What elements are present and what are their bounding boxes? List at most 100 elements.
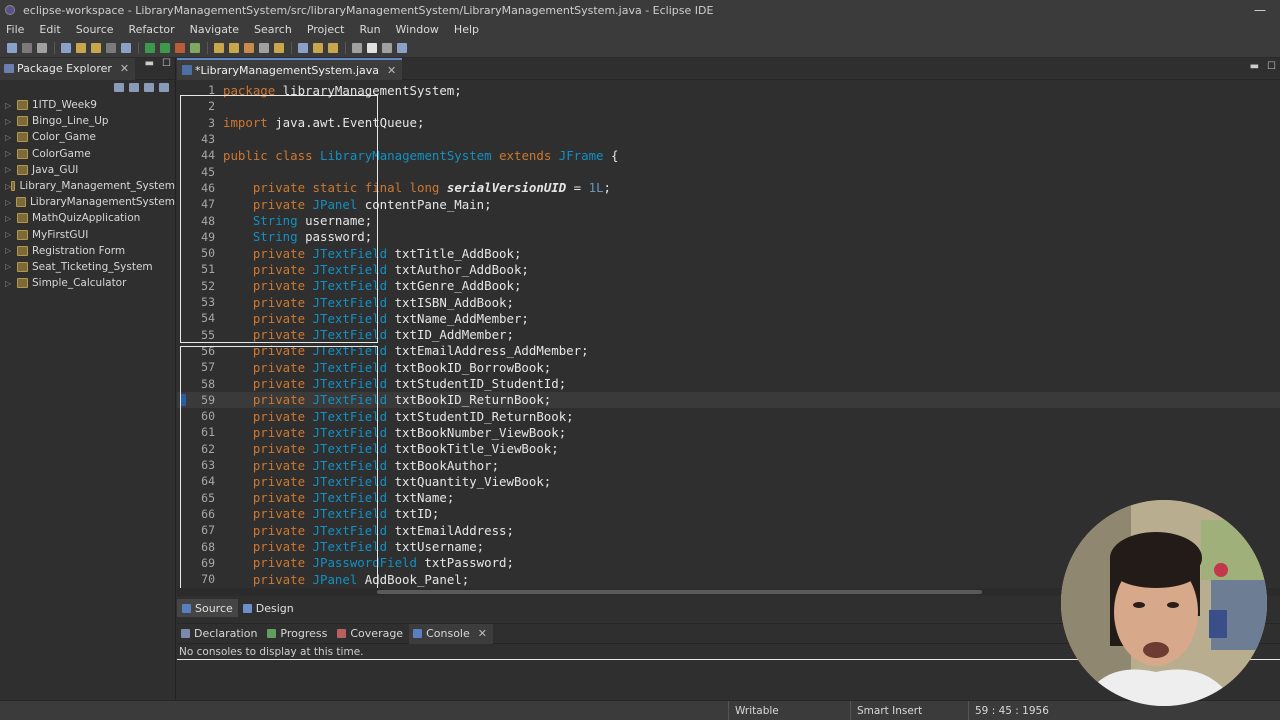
project-item[interactable]: ▷ Color_Game [0, 129, 175, 145]
code-line[interactable]: 45 [177, 164, 1280, 180]
stop-icon[interactable] [175, 42, 185, 53]
redo-icon[interactable] [91, 42, 101, 53]
project-item[interactable]: ▷ Java_GUI [0, 162, 175, 178]
menu-file[interactable]: File [6, 23, 24, 36]
code-line[interactable]: 64 private JTextField txtQuantity_ViewBo… [177, 473, 1280, 489]
undo-icon[interactable] [76, 42, 86, 53]
code-line[interactable]: 61 private JTextField txtBookNumber_View… [177, 424, 1280, 440]
tab-design[interactable]: Design [238, 599, 299, 617]
expand-arrow-icon[interactable]: ▷ [5, 230, 17, 239]
debug-icon[interactable] [145, 42, 155, 53]
menu-edit[interactable]: Edit [39, 23, 60, 36]
project-item[interactable]: ▷ ColorGame [0, 146, 175, 162]
expand-arrow-icon[interactable]: ▷ [5, 279, 17, 288]
code-line[interactable]: 50 private JTextField txtTitle_AddBook; [177, 245, 1280, 261]
close-icon[interactable]: ✕ [120, 62, 129, 75]
maximize-view-icon[interactable]: ☐ [162, 58, 171, 69]
new-java-project-icon[interactable] [214, 42, 224, 53]
code-line[interactable]: 52 private JTextField txtGenre_AddBook; [177, 278, 1280, 294]
code-line[interactable]: 48 String username; [177, 212, 1280, 228]
editor-tab-librarymanagementsystem[interactable]: *LibraryManagementSystem.java ✕ [177, 58, 403, 80]
expand-arrow-icon[interactable]: ▷ [5, 214, 17, 223]
code-line[interactable]: 60 private JTextField txtStudentID_Retur… [177, 408, 1280, 424]
expand-arrow-icon[interactable]: ▷ [5, 101, 17, 110]
code-line[interactable]: 2 [177, 98, 1280, 114]
project-item[interactable]: ▷ Simple_Calculator [0, 275, 175, 291]
print-icon[interactable] [61, 42, 71, 53]
menu-search[interactable]: Search [254, 23, 292, 36]
tab-source[interactable]: Source [177, 599, 238, 617]
package-explorer-tab[interactable]: Package Explorer ✕ [0, 57, 136, 80]
new-package-icon[interactable] [229, 42, 239, 53]
skip-icon[interactable] [121, 42, 131, 53]
code-line[interactable]: 46 private static final long serialVersi… [177, 180, 1280, 196]
project-item[interactable]: ▷ Bingo_Line_Up [0, 113, 175, 129]
expand-arrow-icon[interactable]: ▷ [5, 198, 16, 207]
prev-annotation-icon[interactable] [313, 42, 323, 53]
expand-arrow-icon[interactable]: ▷ [5, 262, 17, 271]
code-line[interactable]: 57 private JTextField txtBookID_BorrowBo… [177, 359, 1280, 375]
annotation-icon[interactable] [298, 42, 308, 53]
code-line[interactable]: 43 [177, 131, 1280, 147]
perspective-icon[interactable] [397, 42, 407, 53]
close-icon[interactable]: ✕ [387, 64, 396, 77]
expand-arrow-icon[interactable]: ▷ [5, 133, 17, 142]
code-line[interactable]: 1 package libraryManagementSystem; [177, 82, 1280, 98]
project-item[interactable]: ▷ 1ITD_Week9 [0, 97, 175, 113]
save-all-icon[interactable] [37, 42, 47, 53]
menu-source[interactable]: Source [76, 23, 114, 36]
back-icon[interactable] [352, 42, 362, 53]
code-line[interactable]: 44 public class LibraryManagementSystem e… [177, 147, 1280, 163]
minimize-view-icon[interactable]: ▬ [145, 58, 154, 69]
project-item[interactable]: ▷ MyFirstGUI [0, 227, 175, 243]
new-class-icon[interactable] [244, 42, 254, 53]
tab-coverage[interactable]: Coverage [333, 624, 409, 644]
open-type-icon[interactable] [259, 42, 269, 53]
code-line[interactable]: 54 private JTextField txtName_AddMember; [177, 310, 1280, 326]
close-icon[interactable]: ✕ [478, 627, 487, 640]
link-editor-icon[interactable] [129, 83, 139, 92]
pin-icon[interactable] [382, 42, 392, 53]
save-icon[interactable] [22, 42, 32, 53]
code-line[interactable]: 59 private JTextField txtBookID_ReturnBo… [177, 391, 1280, 408]
coverage-icon[interactable] [190, 42, 200, 53]
project-item[interactable]: ▷ Seat_Ticketing_System [0, 259, 175, 275]
tab-progress[interactable]: Progress [263, 624, 333, 644]
project-item[interactable]: ▷ LibraryManagementSystem [0, 194, 175, 210]
menu-window[interactable]: Window [396, 23, 439, 36]
code-line[interactable]: 63 private JTextField txtBookAuthor; [177, 457, 1280, 473]
forward-icon[interactable] [367, 42, 377, 53]
code-line[interactable]: 53 private JTextField txtISBN_AddBook; [177, 294, 1280, 310]
menu-project[interactable]: Project [307, 23, 345, 36]
code-line[interactable]: 56 private JTextField txtEmailAddress_Ad… [177, 343, 1280, 359]
run-icon[interactable] [160, 42, 170, 53]
code-line[interactable]: 49 String password; [177, 229, 1280, 245]
code-line[interactable]: 62 private JTextField txtBookTitle_ViewB… [177, 441, 1280, 457]
code-line[interactable]: 3 import java.awt.EventQueue; [177, 115, 1280, 131]
project-item[interactable]: ▷ MathQuizApplication [0, 210, 175, 226]
maximize-editor-icon[interactable]: ☐ [1267, 61, 1276, 72]
expand-arrow-icon[interactable]: ▷ [5, 117, 17, 126]
project-item[interactable]: ▷ Registration Form [0, 243, 175, 259]
scroll-thumb[interactable] [377, 590, 982, 594]
menu-refactor[interactable]: Refactor [129, 23, 175, 36]
code-line[interactable]: 47 private JPanel contentPane_Main; [177, 196, 1280, 212]
code-line[interactable]: 51 private JTextField txtAuthor_AddBook; [177, 261, 1280, 277]
menu-run[interactable]: Run [359, 23, 380, 36]
menu-help[interactable]: Help [454, 23, 479, 36]
new-icon[interactable] [7, 42, 17, 53]
tab-console[interactable]: Console ✕ [409, 623, 493, 644]
collapse-all-icon[interactable] [114, 83, 124, 92]
project-item[interactable]: ▷ Library_Management_System [0, 178, 175, 194]
expand-arrow-icon[interactable]: ▷ [5, 149, 17, 158]
menu-navigate[interactable]: Navigate [190, 23, 239, 36]
filter-icon[interactable] [144, 83, 154, 92]
code-line[interactable]: 65 private JTextField txtName; [177, 490, 1280, 506]
view-menu-icon[interactable] [159, 83, 169, 92]
minimize-button[interactable]: — [1240, 0, 1280, 20]
code-line[interactable]: 58 private JTextField txtStudentID_Stude… [177, 375, 1280, 391]
next-annotation-icon[interactable] [328, 42, 338, 53]
tab-declaration[interactable]: Declaration [177, 624, 263, 644]
search-icon[interactable] [274, 42, 284, 53]
expand-arrow-icon[interactable]: ▷ [5, 165, 17, 174]
